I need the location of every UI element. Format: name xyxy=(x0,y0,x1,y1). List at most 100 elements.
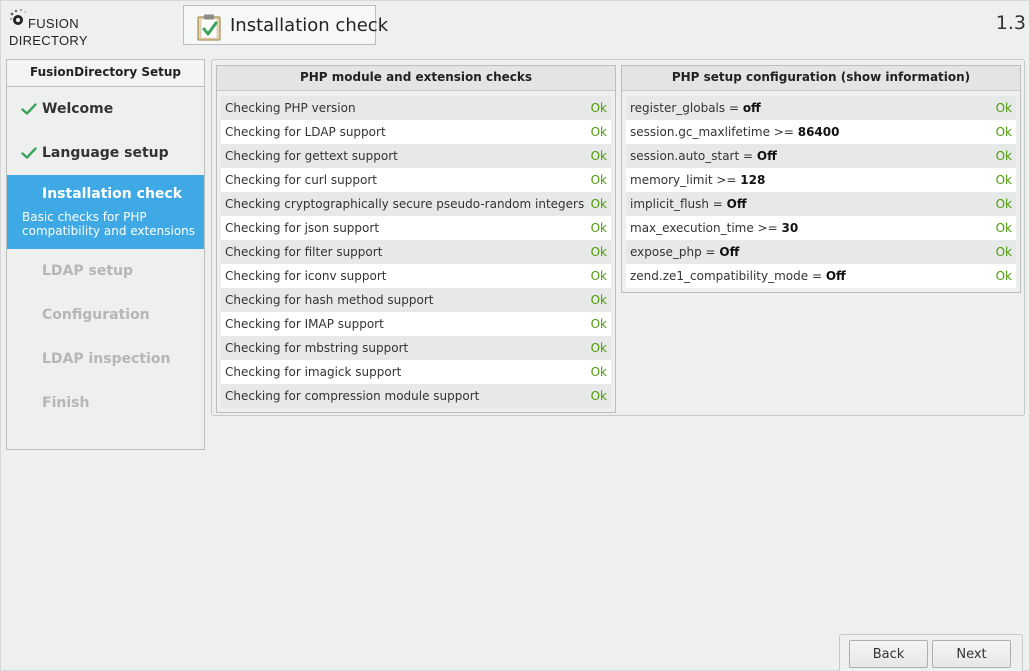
check-label: Checking for compression module support xyxy=(225,389,480,403)
step-label: Welcome xyxy=(42,101,114,117)
config-status: Ok xyxy=(995,173,1012,187)
config-value: 128 xyxy=(740,173,766,187)
config-value: 86400 xyxy=(797,125,840,139)
config-key: session.auto_start = xyxy=(630,149,757,163)
next-button[interactable]: Next xyxy=(932,640,1011,668)
step-configuration: Configuration xyxy=(7,293,204,337)
php-checks-list: Checking PHP version Ok Checking for LDAP … xyxy=(217,91,615,408)
config-row: max_execution_time >= 30 Ok xyxy=(626,216,1016,240)
config-row: implicit_flush = Off Ok xyxy=(626,192,1016,216)
config-key: memory_limit >= xyxy=(630,173,741,187)
config-value: Off xyxy=(719,245,740,259)
config-row: expose_php = Off Ok xyxy=(626,240,1016,264)
checkmark-icon xyxy=(21,103,37,115)
check-label: Checking for mbstring support xyxy=(225,341,409,355)
check-row: Checking for LDAP support Ok xyxy=(221,120,611,144)
config-value: Off xyxy=(825,269,846,283)
check-status: Ok xyxy=(590,101,607,115)
check-status: Ok xyxy=(590,197,607,211)
config-row: memory_limit >= 128 Ok xyxy=(626,168,1016,192)
php-config-list: register_globals = off Ok session.gc_maxli… xyxy=(622,91,1020,288)
config-label: register_globals = off xyxy=(630,101,761,115)
config-value: off xyxy=(742,101,761,115)
php-checks-panel: PHP module and extension checks Checking… xyxy=(216,65,616,413)
check-row: Checking cryptographically secure pseudo… xyxy=(221,192,611,216)
step-label: Finish xyxy=(42,395,90,411)
check-row: Checking for hash method support Ok xyxy=(221,288,611,312)
config-row: session.auto_start = Off Ok xyxy=(626,144,1016,168)
config-status: Ok xyxy=(995,125,1012,139)
config-key: session.gc_maxlifetime >= xyxy=(630,125,798,139)
step-label: Installation check xyxy=(42,186,183,202)
check-row: Checking for IMAP support Ok xyxy=(221,312,611,336)
step-description: Basic checks for PHP compatibility and e… xyxy=(22,210,196,238)
check-status: Ok xyxy=(590,149,607,163)
config-status: Ok xyxy=(995,221,1012,235)
check-row: Checking for iconv support Ok xyxy=(221,264,611,288)
check-label: Checking for filter support xyxy=(225,245,383,259)
check-label: Checking for curl support xyxy=(225,173,377,187)
config-status: Ok xyxy=(995,149,1012,163)
config-label: session.gc_maxlifetime >= 86400 xyxy=(630,125,839,139)
check-status: Ok xyxy=(590,269,607,283)
check-label: Checking for hash method support xyxy=(225,293,434,307)
check-status: Ok xyxy=(590,173,607,187)
config-status: Ok xyxy=(995,269,1012,283)
config-key: zend.ze1_compatibility_mode = xyxy=(630,269,826,283)
check-row: Checking PHP version Ok xyxy=(221,96,611,120)
check-label: Checking cryptographically secure pseudo… xyxy=(225,197,585,211)
check-label: Checking for IMAP support xyxy=(225,317,384,331)
config-value: Off xyxy=(726,197,747,211)
config-value: 30 xyxy=(781,221,799,235)
step-label: LDAP inspection xyxy=(42,351,171,367)
check-row: Checking for compression module support O… xyxy=(221,384,611,408)
check-row: Checking for mbstring support Ok xyxy=(221,336,611,360)
check-label: Checking PHP version xyxy=(225,101,356,115)
config-label: expose_php = Off xyxy=(630,245,739,259)
config-key: max_execution_time >= xyxy=(630,221,782,235)
config-status: Ok xyxy=(995,101,1012,115)
step-language-setup[interactable]: Language setup xyxy=(7,131,204,175)
step-finish: Finish xyxy=(7,381,204,425)
config-label: implicit_flush = Off xyxy=(630,197,747,211)
setup-steps-sidebar: FusionDirectory Setup Welcome Language s… xyxy=(6,59,205,450)
clipboard-check-icon xyxy=(197,14,221,41)
check-status: Ok xyxy=(590,221,607,235)
config-label: zend.ze1_compatibility_mode = Off xyxy=(630,269,846,283)
check-row: Checking for json support Ok xyxy=(221,216,611,240)
check-status: Ok xyxy=(590,245,607,259)
check-row: Checking for imagick support Ok xyxy=(221,360,611,384)
check-row: Checking for curl support Ok xyxy=(221,168,611,192)
step-installation-check[interactable]: Installation check Basic checks for PHP … xyxy=(7,175,204,249)
step-label: Configuration xyxy=(42,307,150,323)
navigation-footer: Back Next xyxy=(839,634,1023,671)
config-key: implicit_flush = xyxy=(630,197,727,211)
step-ldap-setup: LDAP setup xyxy=(7,249,204,293)
check-label: Checking for gettext support xyxy=(225,149,398,163)
config-row: session.gc_maxlifetime >= 86400 Ok xyxy=(626,120,1016,144)
step-ldap-inspection: LDAP inspection xyxy=(7,337,204,381)
config-key: register_globals = xyxy=(630,101,743,115)
fusiondirectory-logo: FUSION DIRECTORY xyxy=(9,6,89,52)
check-row: Checking for gettext support Ok xyxy=(221,144,611,168)
config-row: register_globals = off Ok xyxy=(626,96,1016,120)
check-status: Ok xyxy=(590,317,607,331)
check-status: Ok xyxy=(590,341,607,355)
config-label: memory_limit >= 128 xyxy=(630,173,765,187)
logo-text-line1: FUSION xyxy=(28,16,79,31)
config-row: zend.ze1_compatibility_mode = Off Ok xyxy=(626,264,1016,288)
check-status: Ok xyxy=(590,293,607,307)
sidebar-title: FusionDirectory Setup xyxy=(7,60,204,87)
check-status: Ok xyxy=(590,365,607,379)
check-label: Checking for imagick support xyxy=(225,365,402,379)
step-label: Language setup xyxy=(42,145,169,161)
check-label: Checking for iconv support xyxy=(225,269,387,283)
step-welcome[interactable]: Welcome xyxy=(7,87,204,131)
back-button[interactable]: Back xyxy=(849,640,928,668)
version-label: 1.3 xyxy=(995,12,1026,34)
checkmark-icon xyxy=(21,147,37,159)
check-status: Ok xyxy=(590,389,607,403)
main-content: PHP module and extension checks Checking… xyxy=(211,59,1025,416)
config-label: session.auto_start = Off xyxy=(630,149,777,163)
check-label: Checking for LDAP support xyxy=(225,125,386,139)
